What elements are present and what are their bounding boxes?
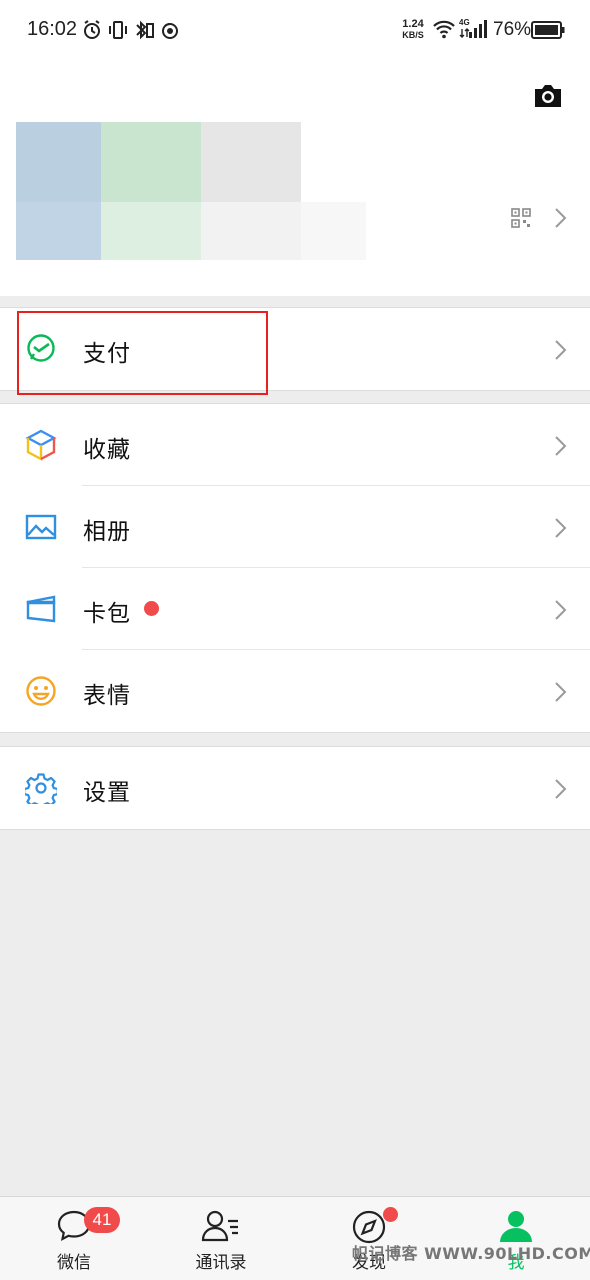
pay-group: 支付 bbox=[0, 307, 590, 395]
cube-icon bbox=[25, 429, 57, 461]
menu-item-favorites[interactable]: 收藏 bbox=[0, 404, 590, 486]
chevron-right-icon bbox=[555, 779, 567, 799]
network-speed: 1.24 KB/S bbox=[396, 19, 430, 41]
bluetooth-battery-icon bbox=[136, 20, 154, 40]
menu-item-stickers[interactable]: 表情 bbox=[0, 650, 590, 732]
tab-discover[interactable]: 发现 bbox=[295, 1197, 443, 1280]
profile-header[interactable] bbox=[0, 62, 590, 296]
camera-icon[interactable] bbox=[532, 82, 564, 110]
notification-dot bbox=[144, 601, 159, 616]
menu-item-settings[interactable]: 设置 bbox=[0, 747, 590, 829]
cellular-signal-icon: 4G bbox=[459, 18, 489, 40]
vibrate-icon bbox=[109, 21, 127, 39]
unread-badge: 41 bbox=[84, 1207, 120, 1233]
person-icon bbox=[500, 1211, 532, 1242]
menu-label-pay: 支付 bbox=[83, 341, 131, 367]
smiley-icon bbox=[26, 676, 56, 706]
chevron-right-icon bbox=[555, 518, 567, 538]
chevron-right-icon bbox=[555, 682, 567, 702]
tab-chats[interactable]: 41 微信 bbox=[0, 1197, 148, 1280]
menu-item-album[interactable]: 相册 bbox=[0, 486, 590, 568]
menu-label-album: 相册 bbox=[83, 519, 131, 545]
tab-label-chats: 微信 bbox=[57, 1253, 91, 1273]
card-wallet-icon bbox=[26, 595, 56, 623]
battery-percent: 76% bbox=[493, 19, 532, 40]
status-bar: 16:02 1.24 KB/S 4G 76% bbox=[0, 0, 590, 62]
menu-label-stickers: 表情 bbox=[83, 683, 131, 709]
wifi-icon bbox=[433, 20, 455, 39]
tab-me[interactable]: 我 bbox=[442, 1197, 590, 1280]
tab-contacts[interactable]: 通讯录 bbox=[147, 1197, 295, 1280]
wallet-check-icon bbox=[27, 334, 55, 362]
photo-icon bbox=[25, 514, 57, 540]
gear-icon bbox=[25, 773, 57, 804]
contacts-icon bbox=[201, 1210, 238, 1242]
menu-label-settings: 设置 bbox=[83, 780, 131, 806]
qr-code-icon[interactable] bbox=[511, 208, 531, 228]
chevron-right-icon bbox=[555, 436, 567, 456]
network-speed-value: 1.24 bbox=[402, 18, 424, 30]
settings-group: 设置 bbox=[0, 746, 590, 830]
menu-label-cards: 卡包 bbox=[83, 601, 131, 627]
status-time: 16:02 bbox=[27, 18, 78, 40]
watermark: 帜记博客 WWW.90LHD.COM bbox=[352, 1244, 590, 1263]
notification-dot bbox=[383, 1207, 398, 1222]
menu-item-pay[interactable]: 支付 bbox=[0, 308, 590, 395]
blurred-profile-info bbox=[16, 122, 366, 260]
bottom-tab-bar: 41 微信 通讯录 发现 我 bbox=[0, 1196, 590, 1280]
menu-item-cards[interactable]: 卡包 bbox=[0, 568, 590, 650]
features-group: 收藏 相册 卡包 表情 bbox=[0, 403, 590, 733]
network-speed-unit: KB/S bbox=[402, 30, 424, 40]
battery-icon bbox=[531, 21, 565, 39]
sync-icon bbox=[162, 23, 178, 39]
chevron-right-icon bbox=[555, 600, 567, 620]
alarm-icon bbox=[84, 20, 100, 39]
status-right-icons: 4G bbox=[432, 18, 489, 40]
chevron-right-icon bbox=[555, 340, 567, 360]
tab-label-contacts: 通讯录 bbox=[195, 1253, 247, 1273]
status-left-icons bbox=[82, 19, 180, 41]
menu-label-favorites: 收藏 bbox=[83, 437, 131, 463]
chevron-right-icon bbox=[555, 208, 567, 228]
